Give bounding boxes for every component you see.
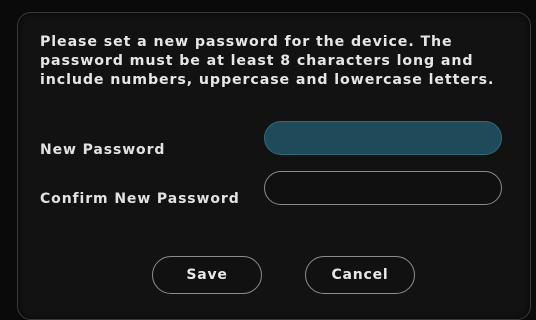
save-button[interactable]: Save	[152, 256, 262, 294]
set-password-dialog: Please set a new password for the device…	[17, 12, 531, 320]
confirm-password-label: Confirm New Password	[40, 191, 240, 207]
screen: Please set a new password for the device…	[0, 0, 536, 320]
instruction-message: Please set a new password for the device…	[40, 34, 495, 88]
new-password-input[interactable]	[264, 121, 502, 155]
cancel-button[interactable]: Cancel	[305, 256, 415, 294]
new-password-label: New Password	[40, 142, 166, 158]
confirm-password-input[interactable]	[264, 171, 502, 205]
